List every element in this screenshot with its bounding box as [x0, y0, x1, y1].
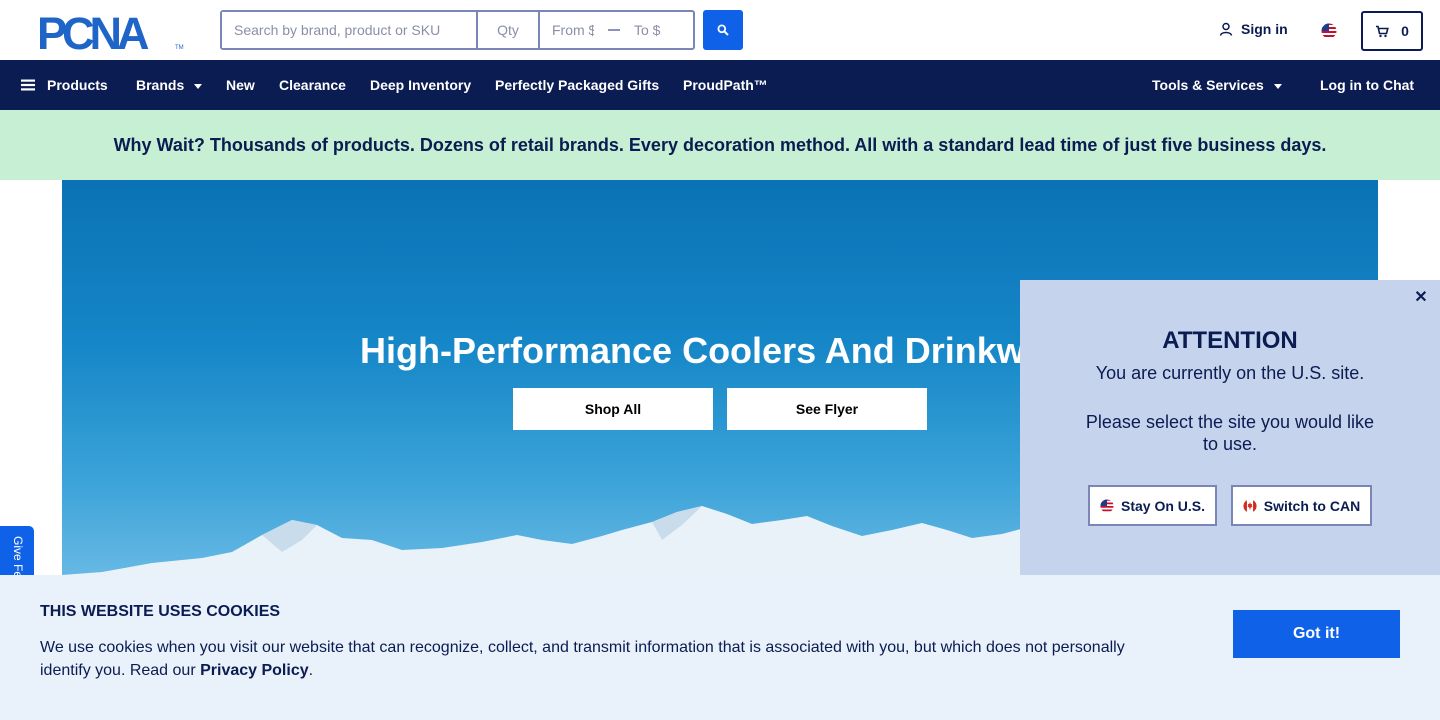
nav-deep-inventory[interactable]: Deep Inventory: [370, 60, 471, 110]
search-button[interactable]: [703, 10, 743, 50]
popup-title: ATTENTION: [1162, 327, 1298, 354]
search-icon: [717, 24, 729, 36]
search-bar: [220, 10, 695, 50]
nav-chat-label: Log in to Chat: [1320, 77, 1415, 93]
nav-proudpath-label: ProudPath™: [683, 77, 768, 93]
see-flyer-button[interactable]: See Flyer: [727, 388, 927, 430]
price-range: [540, 12, 693, 48]
cart-button[interactable]: 0: [1361, 11, 1423, 51]
chevron-down-icon: [194, 83, 203, 89]
feedback-label: Give Fe: [11, 536, 25, 579]
canada-flag-icon: [1243, 498, 1257, 513]
us-flag-icon[interactable]: [1321, 23, 1337, 39]
nav-deep-inventory-label: Deep Inventory: [370, 77, 472, 93]
privacy-policy-link[interactable]: Privacy Policy: [200, 662, 309, 679]
cookie-body: We use cookies when you visit our websit…: [40, 636, 1150, 682]
nav-chat-login[interactable]: Log in to Chat: [1320, 60, 1414, 110]
nav-products[interactable]: Products: [21, 60, 108, 110]
nav-clearance[interactable]: Clearance: [279, 60, 346, 110]
site-header: PCNA TM Sign in: [0, 0, 1440, 60]
cart-icon: [1376, 25, 1389, 37]
us-flag-icon: [1100, 498, 1114, 513]
menu-icon: [21, 79, 35, 91]
cart-count: 0: [1401, 23, 1409, 39]
price-to-input[interactable]: [622, 12, 688, 48]
nav-tools-services[interactable]: Tools & Services: [1152, 60, 1282, 110]
nav-brands[interactable]: Brands: [136, 60, 203, 110]
nav-gifts-label: Perfectly Packaged Gifts: [495, 77, 660, 93]
qty-input[interactable]: [478, 12, 540, 48]
nav-new[interactable]: New: [226, 60, 255, 110]
cookie-banner: THIS WEBSITE USES COOKIES We use cookies…: [0, 575, 1440, 720]
nav-brands-label: Brands: [136, 77, 185, 93]
logo-text: PCNA: [37, 11, 149, 51]
stay-on-us-button[interactable]: Stay On U.S.: [1088, 485, 1217, 526]
sign-in-link[interactable]: Sign in: [1219, 21, 1288, 37]
switch-to-can-button[interactable]: Switch to CAN: [1231, 485, 1372, 526]
promo-banner: Why Wait? Thousands of products. Dozens …: [0, 110, 1440, 180]
search-input[interactable]: [222, 12, 478, 48]
sign-in-label: Sign in: [1241, 21, 1288, 37]
stay-on-us-label: Stay On U.S.: [1120, 497, 1206, 514]
popup-select-text: Please select the site you would like to…: [1085, 412, 1375, 454]
nav-products-label: Products: [47, 77, 108, 93]
nav-tools-label: Tools & Services: [1152, 77, 1264, 93]
chevron-down-icon: [1273, 83, 1282, 89]
pcna-logo[interactable]: PCNA TM: [37, 8, 184, 59]
svg-text:TM: TM: [175, 45, 184, 51]
user-icon: [1219, 22, 1233, 36]
hero-title: High-Performance Coolers And Drinkw: [360, 330, 1025, 371]
nav-proudpath[interactable]: ProudPath™: [683, 60, 768, 110]
close-icon[interactable]: ✕: [1412, 288, 1430, 306]
popup-current-site-text: You are currently on the U.S. site.: [1095, 363, 1365, 383]
range-dash: [608, 29, 620, 31]
price-from-input[interactable]: [540, 12, 606, 48]
nav-clearance-label: Clearance: [279, 77, 346, 93]
main-nav: Products Brands New Clearance Deep Inven…: [0, 60, 1440, 110]
nav-gifts[interactable]: Perfectly Packaged Gifts: [495, 60, 659, 110]
shop-all-button[interactable]: Shop All: [513, 388, 713, 430]
nav-new-label: New: [226, 77, 255, 93]
switch-to-can-label: Switch to CAN: [1263, 497, 1361, 514]
promo-banner-text: Why Wait? Thousands of products. Dozens …: [113, 134, 1327, 155]
accept-cookies-button[interactable]: Got it!: [1233, 610, 1400, 658]
cookie-title: THIS WEBSITE USES COOKIES: [40, 603, 281, 620]
region-select-popup: ✕ ATTENTION You are currently on the U.S…: [1020, 280, 1440, 580]
cookie-body-period: .: [308, 662, 314, 679]
